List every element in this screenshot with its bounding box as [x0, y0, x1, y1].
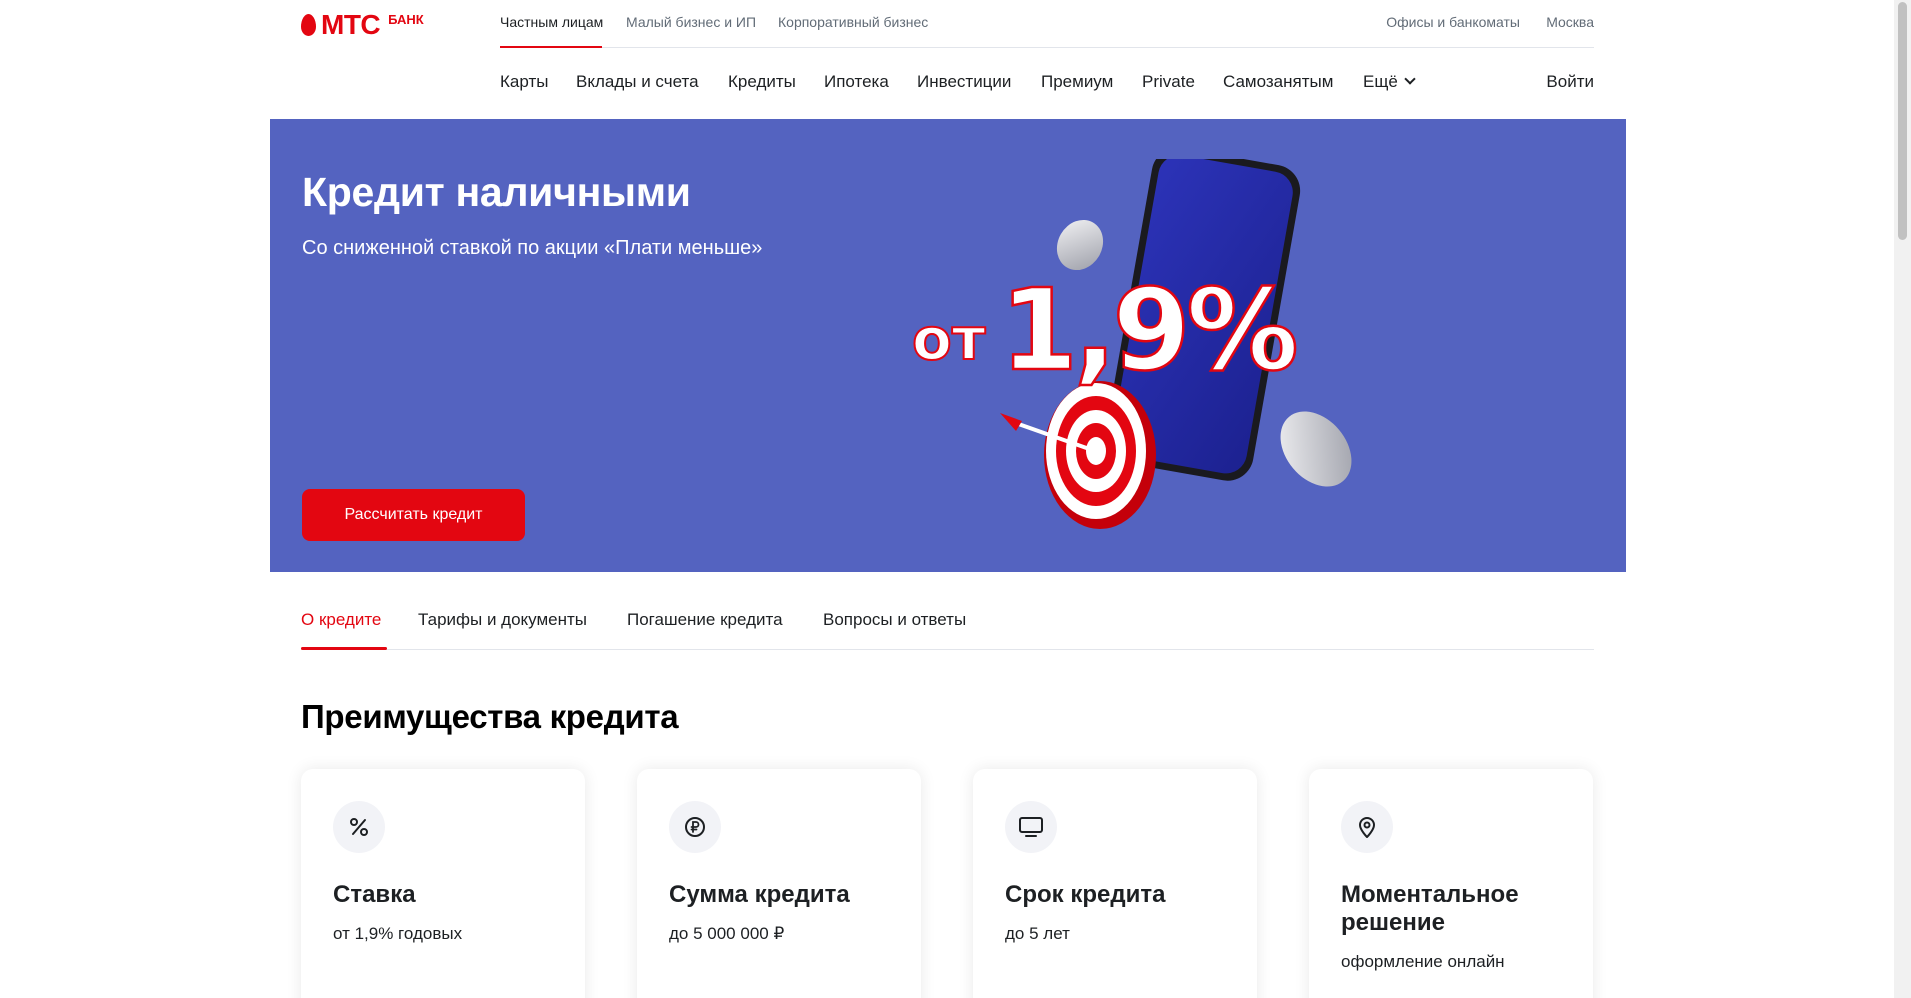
nav-deposits[interactable]: Вклады и счета [576, 72, 699, 92]
location-pin-icon [1341, 801, 1393, 853]
card-title: Срок кредита [1005, 881, 1166, 908]
nav-more-label: Ещё [1363, 72, 1398, 91]
nav-private[interactable]: Private [1142, 72, 1195, 92]
card-description: оформление онлайн [1341, 952, 1505, 971]
logo-subtext: БАНК [388, 12, 424, 27]
mts-egg-icon [301, 14, 316, 36]
nav-credits[interactable]: Кредиты [728, 72, 796, 92]
coin-bottom [1280, 411, 1352, 487]
percent-icon [333, 801, 385, 853]
city-selector[interactable]: Москва [1546, 14, 1594, 30]
active-segment-underline [500, 46, 602, 48]
promo-rate: 1,9% [1000, 266, 1295, 396]
content-tabs: О кредите Тарифы и документы Погашение к… [301, 610, 1594, 650]
page: МТС БАНК Частным лицам Малый бизнес и ИП… [0, 0, 1894, 998]
promo-prefix: от [912, 305, 986, 373]
advantages-title: Преимущества кредита [301, 698, 679, 735]
segment-corporate[interactable]: Корпоративный бизнес [778, 14, 928, 30]
card-description: до 5 000 000 ₽ [669, 924, 785, 943]
logo-text: МТС [321, 9, 381, 40]
card-title: Ставка [333, 881, 416, 908]
target-illustration [1044, 381, 1156, 529]
offices-atms-link[interactable]: Офисы и банкоматы [1386, 14, 1520, 30]
monitor-icon [1005, 801, 1057, 853]
advantage-card-instant-decision: Моментальное решение оформление онлайн [1309, 769, 1593, 998]
mts-bank-logo[interactable]: МТС БАНК [301, 9, 424, 40]
hero-subtitle: Со сниженной ставкой по акции «Плати мен… [302, 237, 763, 259]
advantage-card-amount: Сумма кредита до 5 000 000 ₽ [637, 769, 921, 998]
hero-banner: Кредит наличными Со сниженной ставкой по… [270, 119, 1626, 572]
calculate-credit-button[interactable]: Рассчитать кредит [302, 489, 525, 541]
active-tab-underline [301, 647, 387, 650]
segment-small-business[interactable]: Малый бизнес и ИП [626, 14, 756, 30]
tab-tariffs-documents[interactable]: Тарифы и документы [418, 610, 587, 630]
card-description: от 1,9% годовых [333, 924, 463, 943]
nav-more[interactable]: Ещё [1363, 72, 1416, 92]
card-title: Моментальное решение [1341, 881, 1519, 936]
nav-mortgage[interactable]: Ипотека [824, 72, 889, 92]
nav-self-employed[interactable]: Самозанятым [1223, 72, 1333, 92]
login-link[interactable]: Войти [1546, 72, 1594, 92]
advantage-card-term: Срок кредита до 5 лет [973, 769, 1257, 998]
card-description: до 5 лет [1005, 924, 1070, 943]
card-title: Сумма кредита [669, 881, 850, 908]
tab-repayment[interactable]: Погашение кредита [627, 610, 783, 630]
page-scrollbar[interactable] [1894, 0, 1911, 998]
nav-cards[interactable]: Карты [500, 72, 548, 92]
ruble-coin-icon [669, 801, 721, 853]
segment-private-persons[interactable]: Частным лицам [500, 14, 603, 30]
tab-about-credit[interactable]: О кредите [301, 610, 381, 630]
scrollbar-thumb[interactable] [1898, 2, 1907, 240]
main-navigation: Карты Вклады и счета Кредиты Ипотека Инв… [500, 72, 1594, 96]
hero-title: Кредит наличными [302, 169, 691, 215]
nav-investments[interactable]: Инвестиции [917, 72, 1011, 92]
promo-illustration: от 1,9% [911, 159, 1352, 529]
tab-faq[interactable]: Вопросы и ответы [823, 610, 966, 630]
chevron-down-icon [1404, 73, 1416, 85]
advantage-card-rate: Ставка от 1,9% годовых [301, 769, 585, 998]
nav-premium[interactable]: Премиум [1041, 72, 1113, 92]
top-navigation: Частным лицам Малый бизнес и ИП Корпорат… [500, 0, 1594, 48]
